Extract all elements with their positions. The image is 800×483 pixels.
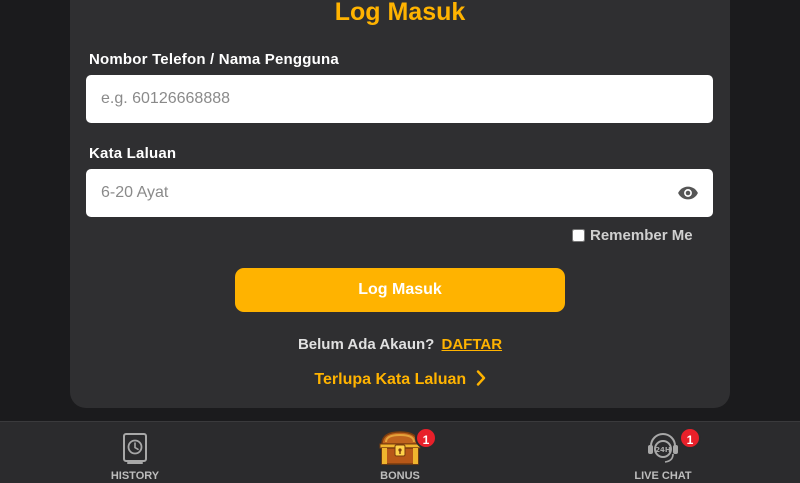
history-icon	[123, 433, 147, 464]
login-card: Log Masuk Nombor Telefon / Nama Pengguna…	[70, 0, 730, 408]
register-link[interactable]: DAFTAR	[442, 336, 503, 353]
nav-history[interactable]: HISTORY	[60, 422, 210, 483]
password-label: Kata Laluan	[89, 145, 177, 162]
nav-history-label: HISTORY	[110, 470, 160, 482]
forgot-password-row: Terlupa Kata Laluan	[70, 370, 730, 389]
username-label: Nombor Telefon / Nama Pengguna	[89, 51, 339, 68]
forgot-password-link[interactable]: Terlupa Kata Laluan	[314, 371, 466, 388]
remember-me-checkbox[interactable]	[572, 229, 585, 242]
bonus-badge: 1	[415, 427, 437, 449]
nav-bonus[interactable]: 1 BONUS	[325, 422, 475, 483]
nav-live-chat-label: LIVE CHAT	[634, 470, 692, 482]
no-account-text: Belum Ada Akaun?	[297, 336, 435, 353]
chevron-right-icon	[476, 370, 485, 386]
eye-icon[interactable]	[677, 182, 699, 204]
nav-bonus-label: BONUS	[380, 470, 420, 482]
page-title: Log Masuk	[334, 0, 466, 26]
nav-live-chat[interactable]: 24H 1 LIVE CHAT	[588, 422, 738, 483]
bottom-nav: HISTORY 1 BONUS 24H 1 LIVE CHAT	[0, 421, 800, 483]
username-field-wrap	[86, 75, 713, 123]
live-chat-24h-icon: 24H	[648, 433, 678, 463]
page: Log Masuk Nombor Telefon / Nama Pengguna…	[0, 0, 800, 483]
remember-me-label: Remember Me	[590, 227, 693, 244]
remember-me[interactable]: Remember Me	[572, 227, 693, 244]
live-chat-badge: 1	[679, 427, 701, 449]
password-input[interactable]	[86, 169, 713, 217]
username-input[interactable]	[86, 75, 713, 123]
password-field-wrap	[86, 169, 713, 217]
signup-row: Belum Ada Akaun? DAFTAR	[70, 336, 730, 353]
login-button[interactable]: Log Masuk	[235, 268, 565, 312]
svg-text:24H: 24H	[655, 446, 671, 454]
